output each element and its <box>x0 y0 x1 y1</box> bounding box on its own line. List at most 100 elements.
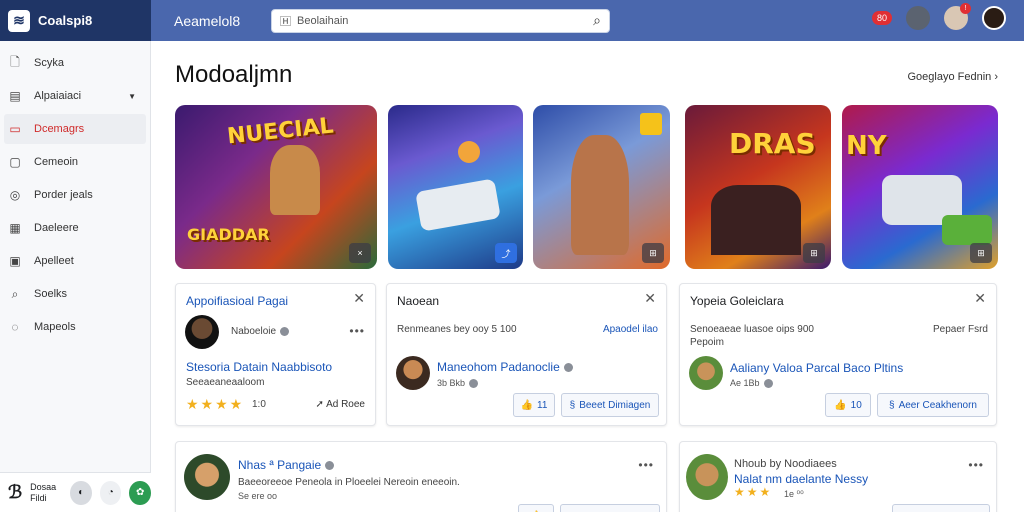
card-sub: Senoeaeae luasoe oips 900 <box>690 324 814 335</box>
like-count: 11 <box>537 399 548 411</box>
game-tile[interactable]: ⤴ <box>388 105 523 269</box>
avatar[interactable] <box>686 454 728 500</box>
user-avatar[interactable] <box>906 6 930 30</box>
search-icon[interactable]: ⌕ <box>593 12 601 29</box>
action-button[interactable]: § Aeer Ceakhenorn <box>877 393 989 417</box>
card-sub: Renmeanes bey ooy 5 100 <box>397 324 517 335</box>
tile-badge[interactable]: ⤴ <box>495 243 517 263</box>
footer-user-icon[interactable]: ◔ <box>99 480 122 505</box>
top-actions: 80 ! <box>871 3 1006 30</box>
search-icon: ⌕ <box>11 286 19 301</box>
sidebar-item-apelleet[interactable]: ▣ Apelleet <box>4 246 146 276</box>
brand[interactable]: ≋ Coalspi8 <box>0 0 151 41</box>
footer-toggle-icon[interactable]: ◐ <box>70 480 92 505</box>
card-link[interactable]: Pepaer Fsrd <box>933 324 988 335</box>
more-options-icon[interactable]: ••• <box>638 458 654 472</box>
author-name[interactable]: Nhoub by Noodiaees <box>734 458 837 470</box>
verified-icon <box>280 326 290 336</box>
author-name[interactable]: Nhas ª Pangaie <box>238 458 335 472</box>
card-author[interactable]: Naboeloie <box>231 326 290 337</box>
sidebar-item-alpaiaiaci[interactable]: ▤ Alpaiaiaci ▼ <box>4 81 146 111</box>
footer-app-icon[interactable]: ✿ <box>129 480 151 505</box>
author-name[interactable]: Maneohom Padanoclie <box>437 360 573 374</box>
verified-icon <box>563 363 573 373</box>
card-headline[interactable]: Stesoria Datain Naabbisoto <box>186 360 332 374</box>
card-subline: Seeaeaneaaloom <box>186 377 265 388</box>
sidebar-item-porder-jeals[interactable]: ◎ Porder jeals <box>4 180 146 210</box>
more-options-icon[interactable]: ••• <box>349 324 365 338</box>
sidebar-item-cemeoin[interactable]: ▢ Cemeoin <box>4 147 146 177</box>
close-icon[interactable]: ✕ <box>644 290 656 307</box>
avatar[interactable] <box>184 454 230 500</box>
game-tile[interactable]: DRAS ⊞ <box>685 105 831 269</box>
search-input[interactable]: Beolaihain <box>297 15 587 27</box>
action-button[interactable]: § Beeet Dimiagen <box>561 393 659 417</box>
clock-icon <box>763 379 773 389</box>
sidebar-item-dcemagrs[interactable]: ▭ Dcemagrs <box>4 114 146 144</box>
brand-name: Coalspi8 <box>38 13 93 28</box>
sidebar-item-scyka[interactable]: 🗋 Scyka <box>4 48 146 78</box>
tile-title: DRAS <box>729 127 816 160</box>
tile-badge[interactable]: ⊞ <box>970 243 992 263</box>
tile-badge[interactable]: ⊞ <box>803 243 825 263</box>
image-icon: ▢ <box>9 155 21 169</box>
author-label: Nhas ª Pangaie <box>238 458 322 472</box>
clipboard-icon: ▣ <box>9 254 21 268</box>
search-tag-icon: 🄷 <box>280 15 291 28</box>
like-button[interactable]: 👍 11 <box>513 393 555 417</box>
like-button[interactable]: 👍 <box>518 504 554 512</box>
avatar[interactable] <box>689 356 723 390</box>
post-card: Nhas ª Pangaie Baeeoreeoe Peneola in Plo… <box>175 441 667 512</box>
warrior-figure <box>571 135 629 255</box>
sidebar-item-mapeols[interactable]: ◌ Mapeols <box>4 312 146 342</box>
car-figure <box>415 178 501 232</box>
search-bar[interactable]: 🄷 Beolaihain ⌕ <box>271 8 610 33</box>
card-title[interactable]: Appoifiasioal Pagai <box>186 294 288 308</box>
notification-badge[interactable]: 80 <box>871 11 892 25</box>
avatar[interactable] <box>396 356 430 390</box>
post-card: Nhoub by Noodiaees Nalat nm daelante Nes… <box>679 441 997 512</box>
sidebar-item-label: Alpaiaiaci <box>34 90 82 102</box>
card-icon: ▤ <box>9 89 21 103</box>
post-text: Baeeoreeoe Peneola in Ploeelei Nereoin e… <box>238 477 460 488</box>
close-icon[interactable]: ✕ <box>974 290 986 307</box>
inbox-icon: ▭ <box>9 122 21 136</box>
info-card: Yopeia Goleiclara ✕ Senoeaeae luasoe oip… <box>679 283 997 426</box>
game-tile[interactable]: NUECIAL GIADDAR × <box>175 105 377 269</box>
account-avatar[interactable] <box>982 6 1006 30</box>
tile-badge[interactable]: ⊞ <box>642 243 664 263</box>
sidebar-footer: ℬ Dosaa Fildi ◐ ◔ ✿ <box>0 472 151 512</box>
sidebar-item-daeleere[interactable]: ▦ Daeleere <box>4 213 146 243</box>
friend-avatar[interactable]: ! <box>944 3 971 30</box>
post-meta: Se ere oo <box>238 491 278 501</box>
tile-badge[interactable]: × <box>349 243 371 263</box>
hero-figure <box>270 145 320 215</box>
post-headline[interactable]: Nalat nm daelante Nessy <box>734 472 868 486</box>
footer-logo-icon: ℬ <box>8 482 23 502</box>
card-title: Naoean <box>397 294 440 308</box>
author-label: Maneohom Padanoclie <box>437 360 560 374</box>
sidebar-item-label: Mapeols <box>34 321 76 333</box>
info-card: Naoean ✕ Renmeanes bey ooy 5 100 Apaodel… <box>386 283 667 426</box>
rating-stars: ★★★ <box>734 485 773 499</box>
game-tile[interactable]: ⊞ <box>533 105 670 269</box>
sidebar-item-label: Apelleet <box>34 255 74 267</box>
action-button[interactable] <box>560 504 660 512</box>
avatar[interactable] <box>185 315 219 349</box>
close-icon[interactable]: ✕ <box>353 290 365 307</box>
see-all-link[interactable]: Goeglayo Fednin › <box>908 71 999 83</box>
tag-icon: § <box>889 399 895 411</box>
tile-title: NUECIAL <box>225 113 335 150</box>
game-tile[interactable]: NY ⊞ <box>842 105 998 269</box>
more-options-icon[interactable]: ••• <box>968 458 984 472</box>
action-button[interactable]: ■ <box>892 504 990 512</box>
sidebar-item-label: Soelks <box>34 288 68 300</box>
author-name[interactable]: Aaliany Valoa Parcal Baco Pltins <box>730 361 903 375</box>
chevron-down-icon[interactable]: ▼ <box>128 92 136 101</box>
info-card: Appoifiasioal Pagai ✕ Naboeloie ••• Stes… <box>175 283 376 426</box>
sidebar: 🗋 Scyka ▤ Alpaiaiaci ▼ ▭ Dcemagrs ▢ Cemeoin ◎… <box>0 41 151 512</box>
like-button[interactable]: 👍 10 <box>825 393 871 417</box>
sidebar-item-soelks[interactable]: ⌕ Soelks <box>4 279 146 309</box>
add-review-button[interactable]: ➚ Ad Roee <box>315 399 365 410</box>
card-link[interactable]: Apaodel ilao <box>603 324 658 335</box>
